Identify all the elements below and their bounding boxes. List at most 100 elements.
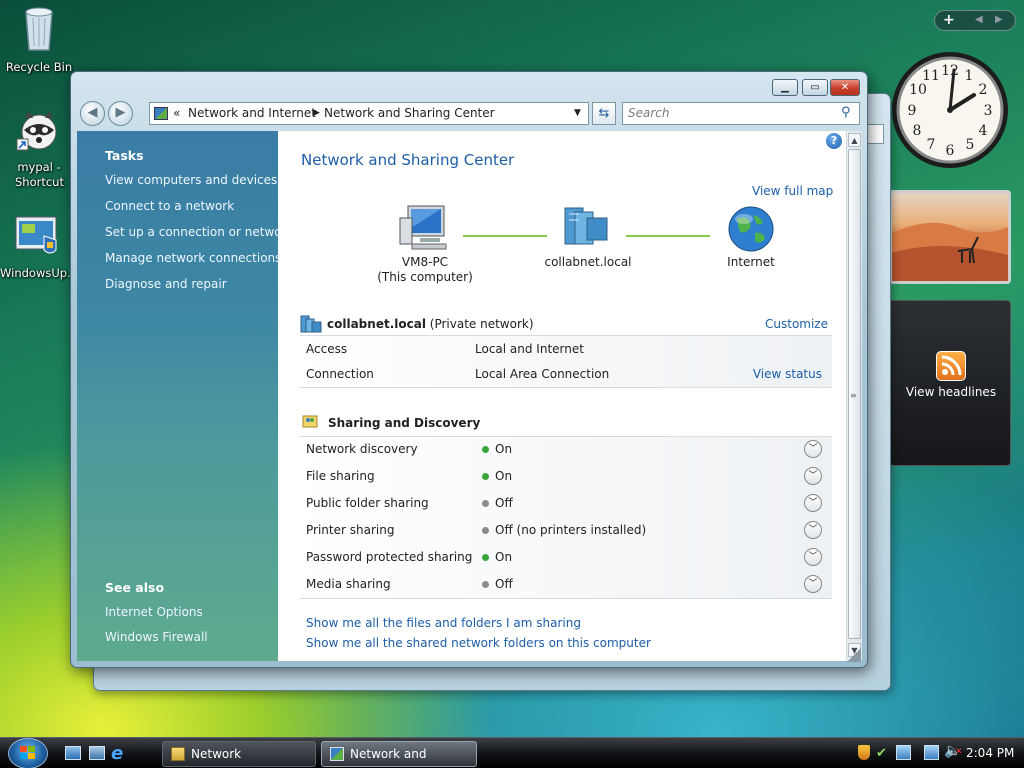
network-tray-icon[interactable]: [896, 745, 911, 760]
taskbar-button-network[interactable]: Network: [162, 741, 316, 767]
svg-text:9: 9: [908, 103, 917, 119]
taskbar-button-network-sharing[interactable]: Network and Sharin...: [321, 741, 477, 767]
expand-chevron-icon[interactable]: ﹀: [804, 548, 822, 566]
previous-gadget-icon[interactable]: ◀: [975, 14, 983, 25]
breadcrumb-separator-icon[interactable]: ▶: [313, 103, 320, 124]
connection-value: Local Area Connection: [475, 367, 610, 381]
clock-gadget[interactable]: 12 1 2 345 678 9 10 11: [890, 48, 1010, 172]
sharing-row-media[interactable]: Media sharing Off ﹀: [300, 571, 832, 598]
task-view-computers[interactable]: View computers and devices: [105, 173, 293, 187]
security-shield-icon[interactable]: [858, 745, 870, 760]
link-internet-options[interactable]: Internet Options: [105, 605, 203, 619]
sharing-label: Public folder sharing: [306, 496, 429, 510]
computer-name-label: VM8-PC: [401, 255, 449, 269]
view-status-link[interactable]: View status: [753, 361, 822, 388]
network-small-icon: [300, 315, 322, 333]
sharing-status: On: [482, 436, 512, 463]
network-heading: collabnet.local (Private network): [327, 317, 534, 331]
tasks-heading: Tasks: [105, 148, 144, 163]
network-icon[interactable]: [561, 204, 611, 248]
scroll-up-icon[interactable]: ▲: [848, 133, 861, 147]
clock[interactable]: 2:04 PM: [966, 746, 1014, 760]
main-content: Network and Sharing Center View full map…: [278, 131, 846, 661]
close-button[interactable]: ✕: [830, 79, 860, 96]
next-gadget-icon[interactable]: ▶: [995, 14, 1003, 25]
desktop-icon-windows-update[interactable]: WindowsUp...: [0, 214, 79, 281]
sharing-status: Off: [482, 571, 513, 598]
add-gadget-icon[interactable]: +: [943, 12, 955, 28]
customize-link[interactable]: Customize: [765, 317, 828, 331]
sidebar-gadget-controls: + ◀ ▶: [934, 10, 1016, 31]
sharing-status: Off: [482, 490, 513, 517]
windows-update-tray-icon[interactable]: ✔: [876, 746, 887, 761]
taskbar-button-label: Network: [191, 747, 242, 761]
svg-text:8: 8: [913, 123, 922, 139]
maximize-button[interactable]: ▭: [802, 79, 828, 96]
expand-chevron-icon[interactable]: ﹀: [804, 467, 822, 485]
connection-tray-icon[interactable]: [924, 745, 939, 760]
status-off-icon: [482, 500, 489, 507]
sharing-row-printer[interactable]: Printer sharing Off (no printers install…: [300, 517, 832, 544]
back-button[interactable]: ◀: [80, 101, 105, 126]
rss-feed-icon: [936, 351, 966, 381]
scroll-grip-icon: ≡: [850, 391, 857, 400]
task-setup-connection[interactable]: Set up a connection or network: [105, 225, 293, 239]
help-icon[interactable]: ?: [826, 133, 842, 149]
system-tray: ✔ 🔈 ✕ 2:04 PM: [852, 738, 1024, 768]
sharing-row-public-folder[interactable]: Public folder sharing Off ﹀: [300, 490, 832, 517]
sharing-label: Printer sharing: [306, 523, 395, 537]
desert-photo-icon: [892, 222, 1008, 281]
breadcrumb-network-internet[interactable]: Network and Internet: [188, 103, 316, 124]
view-headlines-label[interactable]: View headlines: [890, 385, 1012, 399]
view-full-map-link[interactable]: View full map: [752, 184, 833, 198]
sharing-row-file-sharing[interactable]: File sharing On ﹀: [300, 463, 832, 490]
expand-chevron-icon[interactable]: ﹀: [804, 440, 822, 458]
forward-button[interactable]: ▶: [108, 101, 133, 126]
computer-sub-label: (This computer): [377, 270, 473, 284]
switch-windows-icon[interactable]: [89, 746, 105, 760]
link-windows-firewall[interactable]: Windows Firewall: [105, 630, 208, 644]
connection-row: Connection Local Area Connection View st…: [300, 361, 832, 388]
internet-globe-icon[interactable]: [727, 205, 775, 253]
start-button[interactable]: [8, 738, 48, 768]
address-dropdown-icon[interactable]: ▼: [574, 103, 581, 124]
show-shared-files-link[interactable]: Show me all the files and folders I am s…: [306, 616, 581, 630]
show-shared-folders-link[interactable]: Show me all the shared network folders o…: [306, 636, 651, 650]
desktop-icon-recycle-bin[interactable]: Recycle Bin: [3, 4, 75, 75]
desktop-icon-label: WindowsUp...: [0, 266, 79, 280]
slideshow-gadget[interactable]: [889, 190, 1011, 284]
task-manage-connections[interactable]: Manage network connections: [105, 251, 293, 265]
computer-icon[interactable]: [398, 204, 448, 250]
svg-text:12: 12: [941, 63, 959, 79]
feed-headlines-gadget[interactable]: View headlines: [889, 300, 1011, 466]
search-input[interactable]: Search: [622, 102, 860, 125]
network-name-label: collabnet.local: [544, 255, 632, 269]
refresh-button[interactable]: ⇆: [592, 102, 616, 125]
resize-grip-icon[interactable]: [847, 648, 861, 662]
search-icon[interactable]: ⚲: [841, 105, 851, 120]
address-bar[interactable]: « Network and Internet ▶ Network and Sha…: [149, 102, 589, 125]
sharing-value: Off: [495, 496, 513, 510]
sharing-row-password-protected[interactable]: Password protected sharing On ﹀: [300, 544, 832, 571]
minimize-button[interactable]: ▁: [772, 79, 798, 96]
vertical-scrollbar[interactable]: ▲ ≡ ▼: [846, 131, 862, 661]
network-sharing-center-window[interactable]: ▁ ▭ ✕ ◀ ▶ « Network and Internet ▶ Netwo…: [70, 71, 868, 668]
expand-chevron-icon[interactable]: ﹀: [804, 575, 822, 593]
expand-chevron-icon[interactable]: ﹀: [804, 494, 822, 512]
access-row: Access Local and Internet: [300, 336, 832, 363]
svg-text:5: 5: [966, 137, 975, 153]
control-panel-icon: [154, 107, 168, 120]
overflow-chevron-icon[interactable]: «: [173, 103, 180, 124]
task-diagnose-repair[interactable]: Diagnose and repair: [105, 277, 293, 291]
desktop-icon-mypal-shortcut[interactable]: mypal - Shortcut: [3, 108, 75, 190]
show-desktop-icon[interactable]: [65, 746, 81, 760]
windows-update-icon: [15, 216, 57, 254]
sharing-label: Media sharing: [306, 577, 391, 591]
expand-chevron-icon[interactable]: ﹀: [804, 521, 822, 539]
task-connect-network[interactable]: Connect to a network: [105, 199, 293, 213]
taskbar: e Network Network and Sharin... ✔ 🔈 ✕ 2:…: [0, 737, 1024, 768]
sharing-row-network-discovery[interactable]: Network discovery On ﹀: [300, 436, 832, 463]
internet-explorer-icon[interactable]: e: [111, 743, 123, 764]
breadcrumb-network-sharing-center[interactable]: Network and Sharing Center: [324, 103, 495, 124]
desktop-icon-label: mypal - Shortcut: [15, 160, 64, 189]
